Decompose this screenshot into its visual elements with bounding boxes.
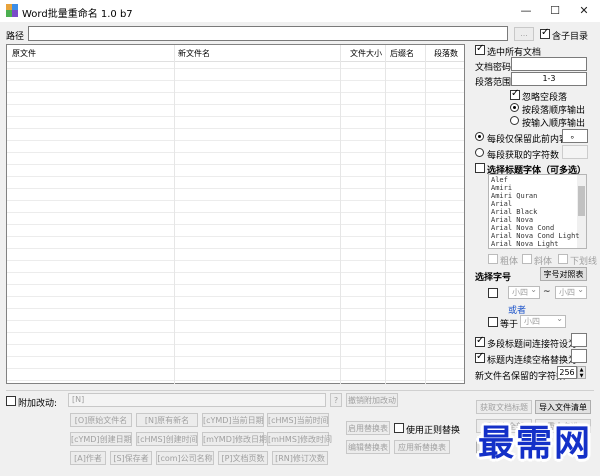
font-item[interactable]: Arial Nova Light bbox=[491, 240, 558, 248]
col-size[interactable]: 文件大小 bbox=[350, 48, 382, 59]
regex-checkbox[interactable] bbox=[394, 423, 404, 433]
close-button[interactable]: ✕ bbox=[569, 0, 599, 22]
order-input-label: 按输入顺序输出 bbox=[522, 119, 586, 129]
watermark: 最需网 bbox=[478, 422, 593, 464]
password-label: 文档密码 bbox=[475, 63, 512, 73]
token-saver[interactable]: [S]保存者 bbox=[110, 451, 152, 465]
order-input-radio[interactable] bbox=[510, 116, 519, 125]
token-create-date[interactable]: [cYMD]创建日期 bbox=[70, 432, 132, 446]
apply-replace-button[interactable]: 启用替换表 bbox=[346, 421, 390, 435]
font-item[interactable]: Amiri bbox=[491, 184, 512, 192]
font-item[interactable]: Arial Nova Cond bbox=[491, 224, 554, 232]
equal-label: 等于 bbox=[500, 320, 519, 330]
keep-before-radio[interactable] bbox=[475, 132, 484, 141]
browse-button[interactable]: ... bbox=[514, 27, 534, 41]
attach-label: 附加改动: bbox=[18, 399, 58, 409]
bold-checkbox[interactable] bbox=[488, 254, 498, 264]
apply-new-replace-button[interactable]: 应用新替换表 bbox=[394, 440, 450, 454]
regex-label: 使用正则替换 bbox=[406, 426, 461, 436]
multi-title-input[interactable] bbox=[571, 333, 587, 347]
keep-before-label: 每段仅保留此前内容 bbox=[487, 135, 569, 145]
import-list-button[interactable]: 导入文件清单 bbox=[535, 400, 591, 414]
replace-space-input[interactable] bbox=[571, 349, 587, 363]
help-button[interactable]: ? bbox=[330, 393, 342, 407]
size-equal-select[interactable]: 小四 bbox=[520, 313, 566, 328]
path-label: 路径 bbox=[6, 32, 25, 42]
font-item[interactable]: Arial Black bbox=[491, 208, 537, 216]
token-author[interactable]: [A]作者 bbox=[70, 451, 106, 465]
token-current-date[interactable]: [cYMD]当前日期 bbox=[202, 413, 264, 427]
token-current-time[interactable]: [cHMS]当前时间 bbox=[267, 413, 329, 427]
underline-label: 下划线 bbox=[570, 257, 598, 267]
subdir-label: 含子目录 bbox=[552, 32, 589, 42]
maximize-button[interactable]: ☐ bbox=[540, 0, 570, 22]
ignore-empty-checkbox[interactable] bbox=[510, 88, 520, 100]
size-table-button[interactable]: 字号对照表 bbox=[540, 267, 587, 281]
font-item[interactable]: Arial Nova Cond Light bbox=[491, 232, 580, 240]
app-icon bbox=[6, 4, 18, 17]
select-all-checkbox[interactable] bbox=[475, 43, 485, 55]
multi-title-label: 多段标题间连接符设为 bbox=[487, 340, 578, 350]
col-new-name[interactable]: 新文件名 bbox=[178, 48, 210, 59]
token-revisions[interactable]: [RN]修订次数 bbox=[272, 451, 328, 465]
char-count-input[interactable] bbox=[562, 145, 588, 159]
col-paragraphs[interactable]: 段落数 bbox=[434, 48, 458, 59]
col-divider bbox=[174, 45, 175, 384]
font-item[interactable]: Arial bbox=[491, 200, 512, 208]
bold-label: 粗体 bbox=[500, 257, 519, 267]
attach-checkbox[interactable] bbox=[6, 396, 16, 406]
replace-space-checkbox[interactable] bbox=[475, 351, 485, 363]
edit-replace-button[interactable]: 编辑替换表 bbox=[346, 440, 390, 454]
password-input[interactable] bbox=[511, 57, 587, 71]
token-pages[interactable]: [P]文档页数 bbox=[218, 451, 268, 465]
underline-checkbox[interactable] bbox=[558, 254, 568, 264]
col-divider bbox=[385, 45, 386, 384]
title-font-checkbox[interactable] bbox=[475, 163, 485, 173]
size-from-select[interactable]: 小四 bbox=[508, 284, 540, 299]
order-para-radio[interactable] bbox=[510, 103, 519, 112]
italic-checkbox[interactable] bbox=[522, 254, 532, 264]
keep-before-input[interactable]: 。 bbox=[562, 129, 588, 143]
multi-title-checkbox[interactable] bbox=[475, 335, 485, 347]
get-titles-button[interactable]: 获取文档标题 bbox=[476, 400, 532, 414]
file-table[interactable] bbox=[6, 44, 465, 384]
char-count-radio[interactable] bbox=[475, 148, 484, 157]
token-new-name[interactable]: [N]原有新名 bbox=[136, 413, 198, 427]
scrollbar-thumb[interactable] bbox=[578, 186, 585, 216]
window-title: Word批量重命名 1.0 b7 bbox=[22, 9, 133, 20]
font-item[interactable]: Alef bbox=[491, 176, 508, 184]
token-create-time[interactable]: [cHMS]创建时间 bbox=[136, 432, 198, 446]
token-original-name[interactable]: [O]原始文件名 bbox=[70, 413, 132, 427]
path-input[interactable] bbox=[28, 26, 508, 41]
ignore-empty-label: 忽略空段落 bbox=[522, 93, 568, 103]
size-equal-checkbox[interactable] bbox=[488, 317, 498, 327]
range-input[interactable]: 1-3 bbox=[511, 72, 587, 86]
col-divider bbox=[340, 45, 341, 384]
col-original[interactable]: 原文件 bbox=[12, 48, 36, 59]
font-size-label: 选择字号 bbox=[475, 273, 512, 283]
range-label: 段落范围 bbox=[475, 78, 512, 88]
token-company[interactable]: [com]公司名称 bbox=[156, 451, 214, 465]
size-tilde: ~ bbox=[543, 287, 551, 297]
undo-attach-button[interactable]: 撤销附加改动 bbox=[346, 393, 398, 407]
font-item[interactable]: Amiri Quran bbox=[491, 192, 537, 200]
replace-space-label: 标题内连续空格替换为 bbox=[487, 356, 578, 366]
char-count-label: 每段获取的字符数 bbox=[487, 151, 560, 161]
size-to-select[interactable]: 小四 bbox=[555, 284, 587, 299]
token-modify-date[interactable]: [mYMD]修改日期 bbox=[202, 432, 267, 446]
subdir-checkbox[interactable] bbox=[540, 27, 550, 39]
font-item[interactable]: Arial Nova bbox=[491, 216, 533, 224]
divider bbox=[6, 390, 594, 391]
order-para-label: 按段落顺序输出 bbox=[522, 106, 586, 116]
italic-label: 斜体 bbox=[534, 257, 553, 267]
attach-input[interactable]: [N] bbox=[68, 393, 326, 407]
col-divider bbox=[425, 45, 426, 384]
keep-chars-label: 新文件名保留的字符数 bbox=[475, 372, 566, 382]
minimize-button[interactable]: — bbox=[511, 0, 541, 22]
col-ext[interactable]: 后缀名 bbox=[390, 48, 414, 59]
token-modify-time[interactable]: [mHMS]修改时间 bbox=[267, 432, 332, 446]
keep-chars-input[interactable]: 256 bbox=[557, 366, 577, 379]
keep-chars-spinner[interactable]: ▲ ▼ bbox=[577, 366, 586, 379]
size-range-checkbox[interactable] bbox=[488, 288, 498, 298]
